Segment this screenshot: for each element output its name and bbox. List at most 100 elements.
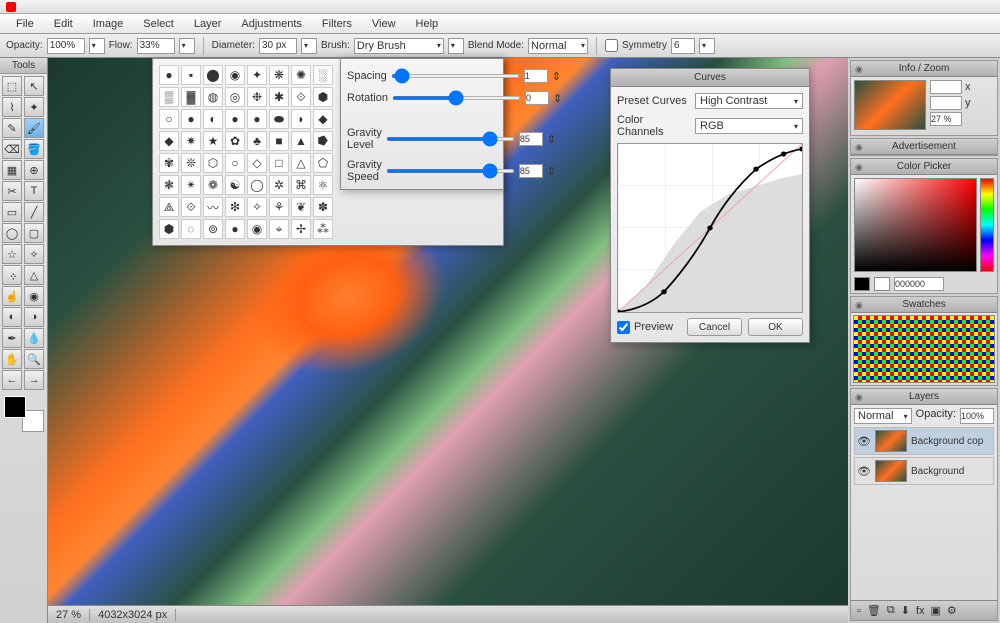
infozoom-header[interactable]: Info / Zoom bbox=[851, 61, 997, 77]
diameter-dropdown[interactable] bbox=[301, 38, 317, 54]
brush-preset[interactable]: ⬤ bbox=[203, 65, 223, 85]
layer-opacity-input[interactable] bbox=[960, 408, 994, 424]
rotation-slider[interactable] bbox=[392, 96, 521, 100]
curves-graph[interactable] bbox=[617, 143, 803, 313]
menu-help[interactable]: Help bbox=[406, 18, 449, 30]
colorpicker-fg-swatch[interactable] bbox=[854, 277, 870, 291]
rotation-input[interactable] bbox=[525, 91, 549, 105]
colorpicker-hue[interactable] bbox=[980, 178, 994, 272]
layer-blend-dropdown[interactable]: Normal bbox=[854, 408, 912, 424]
brush-preset[interactable]: □ bbox=[269, 153, 289, 173]
brush-preset[interactable]: ❋ bbox=[269, 65, 289, 85]
brush-preset[interactable]: ■ bbox=[269, 131, 289, 151]
swatches-grid[interactable] bbox=[853, 315, 995, 383]
duplicate-layer-icon[interactable]: ⧉ bbox=[887, 604, 895, 617]
brush-preset[interactable]: ❦ bbox=[291, 197, 311, 217]
brush-preset[interactable]: ✱ bbox=[269, 87, 289, 107]
brush-preset[interactable]: ░ bbox=[313, 65, 333, 85]
brush-preset[interactable]: ⬢ bbox=[159, 219, 179, 239]
rect-tool[interactable]: ▭ bbox=[2, 202, 22, 222]
brush-preset[interactable]: ◎ bbox=[225, 87, 245, 107]
dodge-tool[interactable]: ◐ bbox=[2, 307, 22, 327]
brush-preset[interactable]: ◇ bbox=[247, 153, 267, 173]
gravity-level-slider[interactable] bbox=[386, 137, 515, 141]
gradient-tool[interactable]: ▦ bbox=[2, 160, 22, 180]
info-zoom-input[interactable] bbox=[930, 112, 962, 126]
brush-preset[interactable]: ★ bbox=[203, 131, 223, 151]
layer-visibility-icon[interactable]: 👁 bbox=[857, 465, 871, 478]
blend-mode-dropdown[interactable]: Normal bbox=[528, 38, 588, 54]
undo-tool[interactable]: ← bbox=[2, 370, 22, 390]
brush-preset[interactable]: ⬢ bbox=[313, 87, 333, 107]
smudge-tool[interactable]: ☝ bbox=[2, 286, 22, 306]
brush-preset[interactable]: ✿ bbox=[225, 131, 245, 151]
brush-preset[interactable]: ⌖ bbox=[269, 219, 289, 239]
brush-preset[interactable]: ✽ bbox=[313, 197, 333, 217]
sponge-tool[interactable]: ◉ bbox=[24, 286, 44, 306]
brush-preset[interactable]: ❃ bbox=[159, 175, 179, 195]
brush-preset[interactable]: ✴ bbox=[181, 175, 201, 195]
crop-tool[interactable]: ✂ bbox=[2, 181, 22, 201]
layer-fx-icon[interactable]: fx bbox=[916, 605, 925, 617]
menu-view[interactable]: View bbox=[362, 18, 406, 30]
brush-preset[interactable]: ❁ bbox=[203, 175, 223, 195]
colorpicker-header[interactable]: Color Picker bbox=[851, 159, 997, 175]
brush-preset[interactable]: ✺ bbox=[291, 65, 311, 85]
brush-preset[interactable]: ⟐ bbox=[291, 87, 311, 107]
zoom-tool[interactable]: 🔍 bbox=[24, 349, 44, 369]
brush-preset[interactable]: ◌ bbox=[181, 219, 201, 239]
brush-preset[interactable]: ◆ bbox=[313, 109, 333, 129]
brush-preset[interactable]: ◍ bbox=[203, 87, 223, 107]
brush-preset[interactable]: ❉ bbox=[247, 87, 267, 107]
pencil-tool[interactable]: ✎ bbox=[2, 118, 22, 138]
ok-button[interactable]: OK bbox=[748, 318, 803, 336]
brush-popup-toggle[interactable] bbox=[448, 38, 464, 54]
gravity-level-stepper-icon[interactable]: ⇕ bbox=[547, 133, 556, 146]
hand-tool[interactable]: ✋ bbox=[2, 349, 22, 369]
preview-checkbox[interactable] bbox=[617, 321, 630, 334]
brush-preset[interactable]: ◉ bbox=[247, 219, 267, 239]
brush-preset[interactable]: ○ bbox=[159, 109, 179, 129]
brush-preset[interactable]: ⚛ bbox=[313, 175, 333, 195]
brush-preset[interactable]: ▪ bbox=[181, 65, 201, 85]
layer-settings-icon[interactable]: ⚙ bbox=[947, 604, 957, 617]
brush-preset[interactable]: ⊚ bbox=[203, 219, 223, 239]
marquee-tool[interactable]: ⬚ bbox=[2, 76, 22, 96]
merge-down-icon[interactable]: ⬇ bbox=[901, 604, 910, 617]
brush-preset[interactable]: ⬬ bbox=[269, 109, 289, 129]
brush-preset[interactable]: ◆ bbox=[159, 131, 179, 151]
symmetry-dropdown[interactable] bbox=[699, 38, 715, 54]
colorpicker-bg-swatch[interactable] bbox=[874, 277, 890, 291]
menu-layer[interactable]: Layer bbox=[184, 18, 232, 30]
symmetry-checkbox[interactable] bbox=[605, 39, 618, 52]
brush-preset[interactable]: △ bbox=[291, 153, 311, 173]
brush-preset[interactable]: ❊ bbox=[181, 153, 201, 173]
spacing-slider[interactable] bbox=[391, 74, 520, 78]
menu-file[interactable]: File bbox=[6, 18, 44, 30]
symmetry-input[interactable] bbox=[671, 38, 695, 54]
brush-preset[interactable]: ⁂ bbox=[313, 219, 333, 239]
brush-preset[interactable]: ● bbox=[247, 109, 267, 129]
brush-preset[interactable]: ● bbox=[181, 109, 201, 129]
flow-input[interactable] bbox=[137, 38, 175, 54]
layers-header[interactable]: Layers bbox=[851, 389, 997, 405]
brush-preset[interactable]: ✲ bbox=[269, 175, 289, 195]
brush-tool[interactable]: 🖌 bbox=[24, 118, 44, 138]
flow-dropdown[interactable] bbox=[179, 38, 195, 54]
blur-tool[interactable]: ᠅ bbox=[2, 265, 22, 285]
brush-preset[interactable]: ✧ bbox=[247, 197, 267, 217]
brush-preset-dropdown[interactable]: Dry Brush bbox=[354, 38, 444, 54]
brush-preset[interactable]: 〰 bbox=[203, 197, 223, 217]
wand-tool[interactable]: ✦ bbox=[24, 97, 44, 117]
brush-preset[interactable]: ✦ bbox=[247, 65, 267, 85]
color-swatch[interactable] bbox=[4, 396, 44, 432]
eraser-tool[interactable]: ⌫ bbox=[2, 139, 22, 159]
colorpicker-hex-input[interactable] bbox=[894, 277, 944, 291]
rotation-stepper-icon[interactable]: ⇕ bbox=[553, 92, 562, 105]
brush-preset[interactable]: ⬠ bbox=[313, 153, 333, 173]
brush-preset[interactable]: ⚘ bbox=[269, 197, 289, 217]
brush-preset[interactable]: ✾ bbox=[159, 153, 179, 173]
gravity-speed-stepper-icon[interactable]: ⇕ bbox=[547, 165, 556, 178]
info-y-input[interactable] bbox=[930, 96, 962, 110]
info-x-input[interactable] bbox=[930, 80, 962, 94]
